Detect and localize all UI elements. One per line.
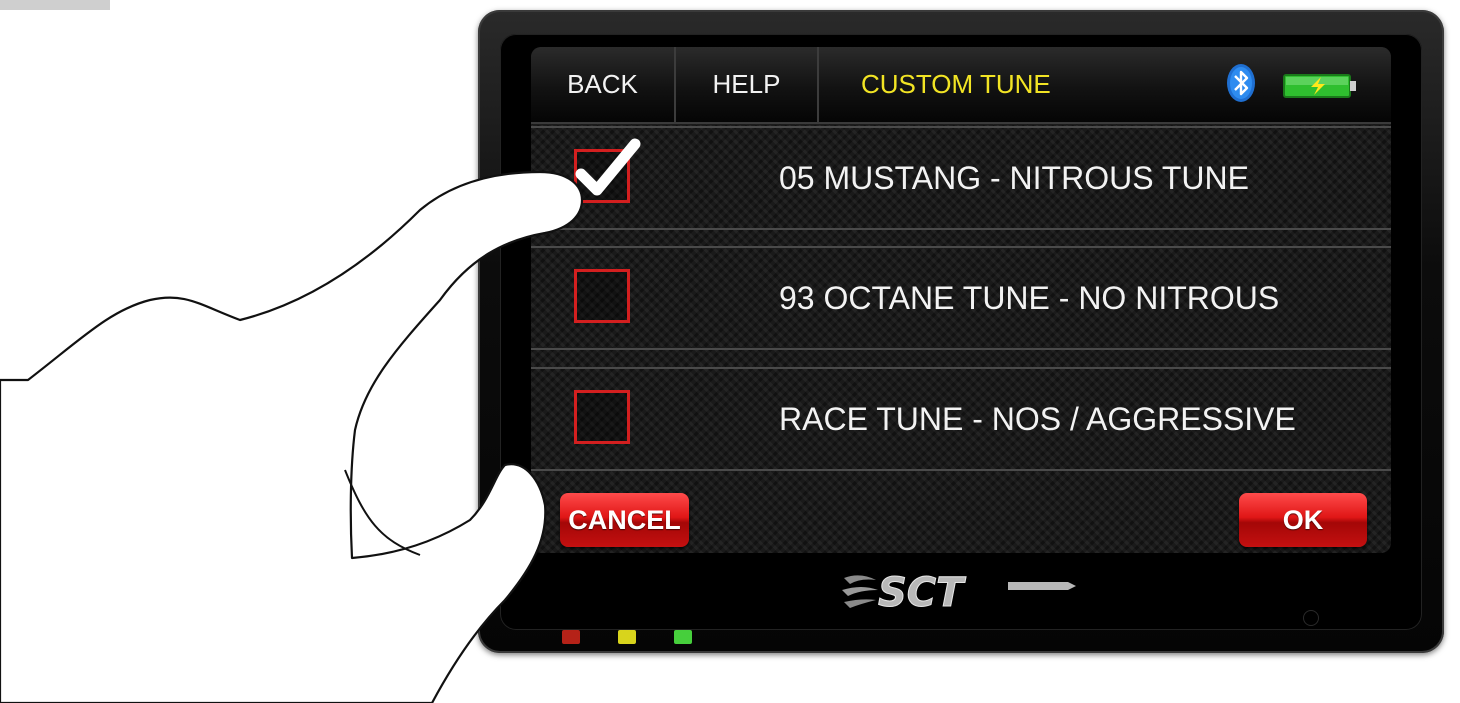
tune-option-1[interactable]: 05 MUSTANG - NITROUS TUNE <box>531 126 1391 230</box>
tune-checkbox-2[interactable] <box>574 269 630 323</box>
tune-checkbox-1[interactable] <box>574 138 641 203</box>
help-button[interactable]: HELP <box>676 47 819 122</box>
ok-button[interactable]: OK <box>1239 493 1367 547</box>
sct-logo-text: SCT <box>878 570 966 616</box>
tune-label-3: RACE TUNE - NOS / AGGRESSIVE <box>779 401 1296 437</box>
red-led-indicator <box>562 630 580 644</box>
yellow-led-indicator <box>618 630 636 644</box>
light-sensor <box>1303 610 1319 626</box>
sct-logo: SCT <box>842 570 1076 616</box>
battery-charging-icon <box>1283 74 1356 98</box>
touch-screen: BACK HELP CUSTOM TUNE 05 MUSTANG - NITRO… <box>531 47 1391 553</box>
checkmark-icon <box>575 138 641 196</box>
tune-option-3[interactable]: RACE TUNE - NOS / AGGRESSIVE <box>531 367 1391 471</box>
cancel-button[interactable]: CANCEL <box>560 493 689 547</box>
tune-label-2: 93 OCTANE TUNE - NO NITROUS <box>779 280 1280 316</box>
screen-title: CUSTOM TUNE <box>861 69 1051 99</box>
back-button[interactable]: BACK <box>531 47 676 122</box>
tune-checkbox-3[interactable] <box>574 390 630 444</box>
top-bar: BACK HELP CUSTOM TUNE <box>531 47 1391 124</box>
tune-option-2[interactable]: 93 OCTANE TUNE - NO NITROUS <box>531 246 1391 350</box>
corner-mark <box>0 0 110 10</box>
bluetooth-icon <box>1227 64 1255 102</box>
tune-label-1: 05 MUSTANG - NITROUS TUNE <box>779 160 1249 196</box>
green-led-indicator <box>674 630 692 644</box>
tuner-device: BACK HELP CUSTOM TUNE 05 MUSTANG - NITRO… <box>478 10 1444 653</box>
